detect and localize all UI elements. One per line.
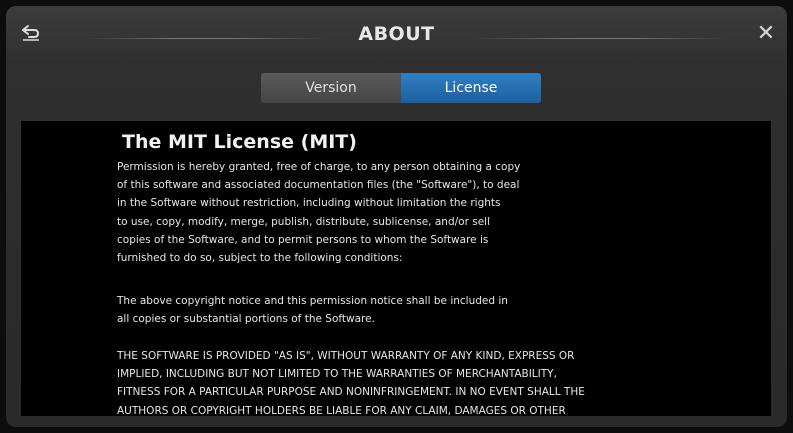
license-paragraph-notice: The above copyright notice and this perm… [117, 292, 508, 328]
text-line: IMPLIED, INCLUDING BUT NOT LIMITED TO TH… [117, 368, 557, 381]
page-title: ABOUT [358, 23, 435, 45]
text-line: AUTHORS OR COPYRIGHT HOLDERS BE LIABLE F… [117, 404, 566, 416]
title-divider-right [476, 38, 726, 39]
close-icon: ✕ [756, 20, 776, 46]
tab-license[interactable]: License [401, 73, 541, 103]
text-line: all copies or substantial portions of th… [117, 313, 375, 326]
tab-bar: Version License [261, 73, 541, 103]
tab-version[interactable]: Version [261, 73, 401, 103]
close-button[interactable]: ✕ [749, 18, 783, 48]
text-line: Permission is hereby granted, free of ch… [117, 161, 521, 173]
license-paragraph-permission: Permission is hereby granted, free of ch… [117, 158, 520, 267]
license-heading: The MIT License (MIT) [122, 131, 357, 153]
text-line: FITNESS FOR A PARTICULAR PURPOSE AND NON… [117, 386, 585, 399]
text-line: The above copyright notice and this perm… [117, 295, 508, 307]
text-line: to use, copy, modify, merge, publish, di… [117, 215, 490, 228]
about-dialog: ABOUT ✕ Version License The MIT License … [6, 6, 787, 427]
license-text-panel[interactable]: The MIT License (MIT) Permission is here… [21, 121, 771, 416]
text-line: of this software and associated document… [117, 179, 520, 192]
text-line: in the Software without restriction, inc… [117, 197, 501, 210]
title-bar: ABOUT ✕ [6, 6, 787, 66]
license-paragraph-warranty: THE SOFTWARE IS PROVIDED "AS IS", WITHOU… [117, 347, 585, 416]
text-line: furnished to do so, subject to the follo… [117, 252, 403, 265]
text-line: copies of the Software, and to permit pe… [117, 233, 489, 246]
text-line: THE SOFTWARE IS PROVIDED "AS IS", WITHOU… [117, 350, 575, 362]
